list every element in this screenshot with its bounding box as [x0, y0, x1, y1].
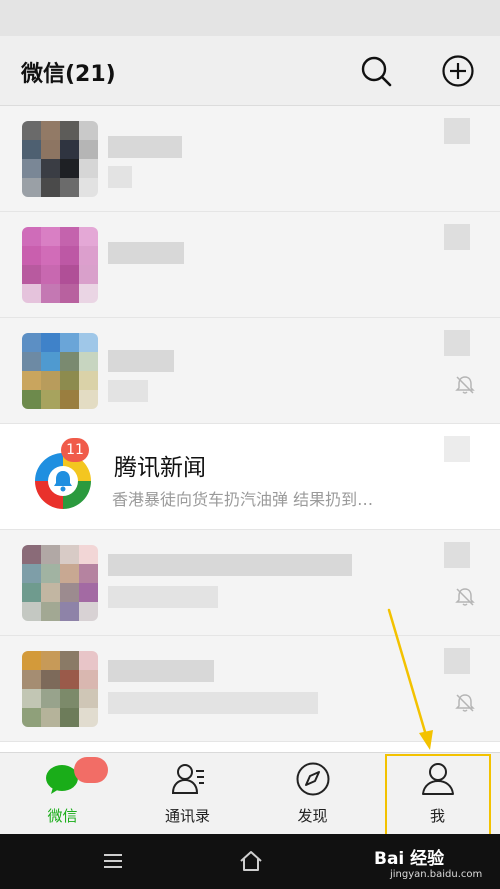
- chat-row-2[interactable]: [0, 212, 500, 318]
- obscured-time: [444, 224, 470, 250]
- tab-wechat[interactable]: 微信: [0, 753, 125, 835]
- tab-label: 通讯录: [164, 807, 210, 825]
- notification-dot: [74, 757, 108, 783]
- obscured-name: [108, 660, 214, 682]
- obscured-time: [444, 118, 470, 144]
- obscured-time: [444, 330, 470, 356]
- chat-list: 11 腾讯新闻 香港暴徒向货车扔汽油弹 结果扔到…: [0, 106, 500, 752]
- tab-label: 微信: [47, 807, 78, 825]
- tab-label: 我: [429, 807, 445, 825]
- tab-contacts[interactable]: 通讯录: [125, 753, 250, 835]
- mute-bell-icon: [455, 376, 475, 394]
- obscured-preview: [108, 586, 218, 608]
- add-icon[interactable]: [441, 54, 475, 88]
- avatar: [22, 545, 98, 621]
- home-icon[interactable]: [236, 846, 266, 876]
- avatar: [22, 333, 98, 409]
- avatar: [22, 121, 98, 197]
- watermark-logo: Bai 经验: [374, 849, 445, 869]
- obscured-time: [444, 436, 470, 462]
- obscured-name: [108, 242, 184, 264]
- obscured-preview: [108, 692, 318, 714]
- mute-bell-icon: [455, 694, 475, 712]
- avatar: [22, 227, 98, 303]
- person-icon: [422, 763, 454, 795]
- obscured-time: [444, 542, 470, 568]
- obscured-preview: [108, 380, 148, 402]
- tencent-news-logo: [35, 453, 91, 509]
- tab-discover[interactable]: 发现: [250, 753, 375, 835]
- chat-row-tencent-news[interactable]: 11 腾讯新闻 香港暴徒向货车扔汽油弹 结果扔到…: [0, 424, 500, 530]
- obscured-time: [444, 648, 470, 674]
- chat-row-3[interactable]: [0, 318, 500, 424]
- chat-name: 腾讯新闻: [114, 455, 206, 481]
- chat-preview: 香港暴徒向货车扔汽油弹 结果扔到…: [112, 490, 374, 509]
- chat-row-1[interactable]: [0, 106, 500, 212]
- header: 微信(21): [0, 36, 500, 106]
- chat-row-5[interactable]: [0, 530, 500, 636]
- menu-icon[interactable]: [98, 846, 128, 876]
- contacts-icon: [171, 764, 204, 794]
- obscured-name: [108, 554, 352, 576]
- compass-icon: [296, 762, 330, 796]
- status-bar: [0, 0, 500, 36]
- bottom-tab-bar: 微信 通讯录 发现 我: [0, 752, 500, 834]
- obscured-name: [108, 350, 174, 372]
- page-title: 微信(21): [21, 62, 116, 87]
- tab-me[interactable]: 我: [375, 753, 500, 835]
- tab-label: 发现: [297, 807, 328, 825]
- obscured-name: [108, 136, 182, 158]
- watermark-url: jingyan.baidu.com: [390, 869, 483, 880]
- unread-badge: 11: [61, 438, 89, 462]
- chat-row-6[interactable]: [0, 636, 500, 742]
- obscured-preview: [108, 166, 132, 188]
- mute-bell-icon: [455, 588, 475, 606]
- avatar: [22, 651, 98, 727]
- search-icon[interactable]: [359, 54, 393, 88]
